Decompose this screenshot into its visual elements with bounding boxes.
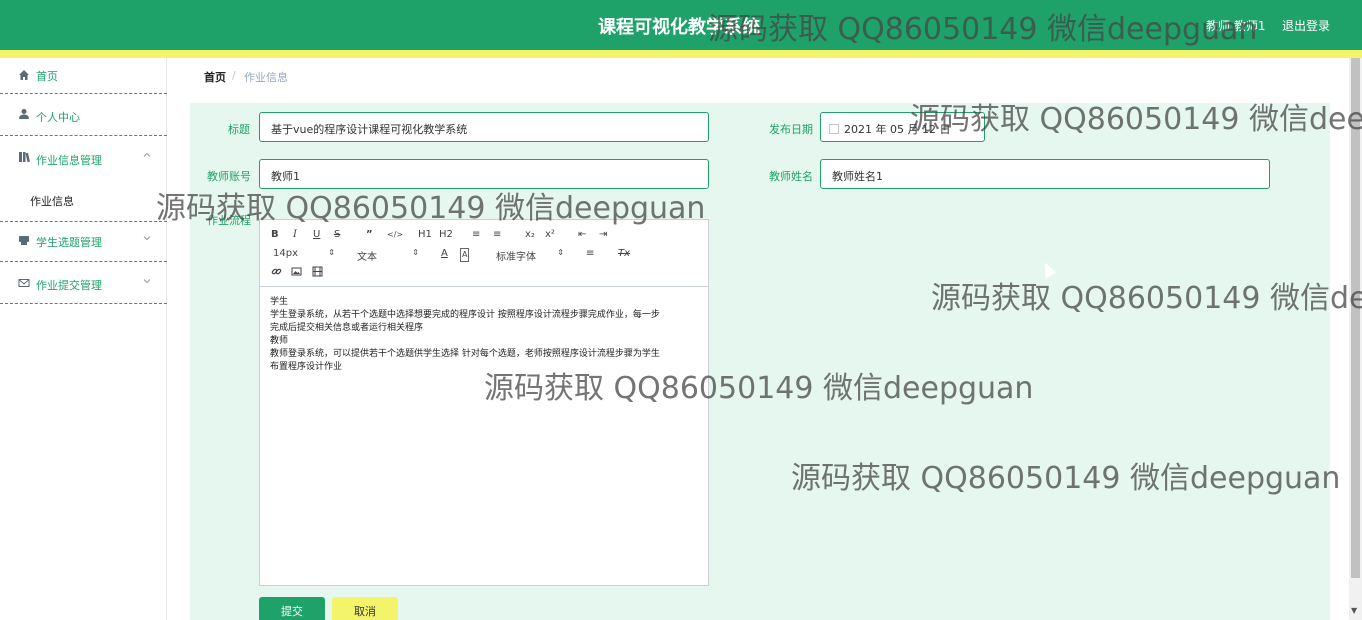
teacher-account-input[interactable]: 教师1 <box>259 159 709 189</box>
calendar-icon <box>829 124 839 134</box>
process-label: 作业流程 <box>207 214 251 227</box>
chevron-down-icon <box>143 277 151 285</box>
editor-line: 学生登录系统，从若干个选题中选择想要完成的程序设计 按照程序设计流程步骤完成作业… <box>270 310 660 320</box>
font-size-select[interactable]: 14px ⇕ <box>273 248 335 259</box>
teacher-name-label: 教师姓名 <box>769 170 813 183</box>
align-button[interactable]: ≡ <box>586 248 594 260</box>
sidebar-item-submission-mgmt[interactable]: 作业提交管理 <box>0 262 167 304</box>
sidebar-item-topic-mgmt[interactable]: 学生选题管理 <box>0 218 167 262</box>
top-header: 课程可视化教学系统 教师 教师1 退出登录 <box>0 0 1362 50</box>
ordered-list-button[interactable]: ≡ <box>472 229 480 241</box>
cancel-button[interactable]: 取消 <box>332 597 398 620</box>
font-size-value: 14px <box>273 248 298 259</box>
underline-button[interactable]: U <box>313 229 320 241</box>
strike-button[interactable]: S <box>334 229 340 241</box>
editor-line: 教师 <box>270 336 289 346</box>
sidebar-item-homework-mgmt[interactable]: 作业信息管理 <box>0 136 167 178</box>
code-button[interactable]: </> <box>387 229 403 241</box>
rich-text-editor[interactable]: B I U S ” </> H1 H2 ≡ ≡ x₂ x² ⇤ ⇥ 14px ⇕… <box>259 219 709 586</box>
editor-line: 完成后提交相关信息或者运行相关程序 <box>270 323 424 333</box>
superscript-button[interactable]: x² <box>545 229 555 241</box>
homework-form: 标题 基于vue的程序设计课程可视化教学系统 发布日期 2021 年 05 月 … <box>190 103 1330 620</box>
title-label: 标题 <box>228 123 250 136</box>
scroll-down-arrow-icon[interactable]: ▼ <box>1351 606 1357 615</box>
quote-button[interactable]: ” <box>366 229 373 241</box>
sidebar-item-label: 学生选题管理 <box>36 236 102 249</box>
breadcrumb-home[interactable]: 首页 <box>204 69 226 85</box>
background-color-button[interactable]: A <box>460 248 470 262</box>
date-value: 2021 年 05 月 12 日 <box>844 123 951 136</box>
title-input[interactable]: 基于vue的程序设计课程可视化教学系统 <box>259 112 709 142</box>
teacher-account-label: 教师账号 <box>207 170 251 183</box>
breadcrumb: 首页 / 作业信息 <box>190 58 1330 95</box>
h1-button[interactable]: H1 <box>418 229 432 241</box>
bold-button[interactable]: B <box>271 229 279 241</box>
h2-button[interactable]: H2 <box>439 229 453 241</box>
sidebar-subitem-label: 作业信息 <box>30 195 74 208</box>
select-caret-icon: ⇕ <box>412 248 419 257</box>
date-picker[interactable]: 2021 年 05 月 12 日 <box>820 112 985 142</box>
link-icon[interactable] <box>271 266 282 281</box>
font-family-select[interactable]: 标准字体 ⇕ <box>496 248 564 263</box>
video-icon[interactable] <box>312 266 323 281</box>
image-icon[interactable] <box>291 266 302 281</box>
sidebar-item-personal[interactable]: 个人中心 <box>0 94 167 136</box>
outdent-button[interactable]: ⇤ <box>578 229 586 241</box>
logout-link[interactable]: 退出登录 <box>1282 17 1330 34</box>
scroll-thumb[interactable] <box>1351 58 1360 578</box>
chevron-down-icon <box>143 234 151 242</box>
mail-icon <box>18 277 30 289</box>
page-scrollbar[interactable]: ▼ <box>1349 58 1362 620</box>
bullet-list-button[interactable]: ≡ <box>493 229 501 241</box>
subscript-button[interactable]: x₂ <box>525 229 535 241</box>
clean-format-button[interactable]: Tx <box>618 248 630 260</box>
sidebar-item-label: 作业信息管理 <box>36 154 102 167</box>
breadcrumb-current: 作业信息 <box>244 71 288 84</box>
folder-icon <box>18 234 30 246</box>
editor-toolbar: B I U S ” </> H1 H2 ≡ ≡ x₂ x² ⇤ ⇥ 14px ⇕… <box>260 220 708 287</box>
editor-line: 教师登录系统，可以提供若干个选题供学生选择 针对每个选题，老师按照程序设计流程步… <box>270 349 660 359</box>
sidebar-subitem-homework-info[interactable]: 作业信息 <box>0 178 167 222</box>
book-icon <box>18 151 30 163</box>
indent-button[interactable]: ⇥ <box>599 229 607 241</box>
home-icon <box>18 69 30 81</box>
user-icon <box>18 108 30 120</box>
sidebar-item-label: 个人中心 <box>36 111 80 124</box>
current-user-label: 教师 教师1 <box>1206 19 1266 33</box>
submit-button[interactable]: 提交 <box>259 597 325 620</box>
header-stripe <box>0 50 1362 58</box>
sidebar-item-label: 作业提交管理 <box>36 279 102 292</box>
select-caret-icon: ⇕ <box>557 248 564 257</box>
text-color-button[interactable]: A <box>441 248 448 260</box>
header-select[interactable]: 文本 ⇕ <box>357 248 419 263</box>
breadcrumb-separator: / <box>232 69 236 82</box>
chevron-up-icon <box>143 151 151 159</box>
header-value: 文本 <box>357 252 377 263</box>
editor-line: 学生 <box>270 297 289 307</box>
teacher-name-input[interactable]: 教师姓名1 <box>820 159 1270 189</box>
italic-button[interactable]: I <box>293 229 297 241</box>
date-label: 发布日期 <box>769 123 813 136</box>
font-family-value: 标准字体 <box>496 252 536 263</box>
sidebar-item-home[interactable]: 首页 <box>0 58 167 94</box>
editor-line: 布置程序设计作业 <box>270 362 343 372</box>
app-title: 课程可视化教学系统 <box>598 17 760 38</box>
editor-content[interactable]: 学生 学生登录系统，从若干个选题中选择想要完成的程序设计 按照程序设计流程步骤完… <box>270 296 698 374</box>
sidebar-item-label: 首页 <box>36 70 58 83</box>
sidebar: 首页 个人中心 作业信息管理 作业信息 学生选题管理 作业提交管理 <box>0 58 167 620</box>
select-caret-icon: ⇕ <box>328 248 335 257</box>
